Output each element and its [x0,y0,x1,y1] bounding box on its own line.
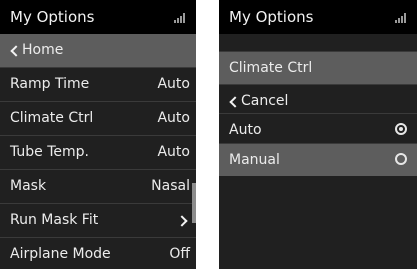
section-header: Climate Ctrl [219,51,417,84]
option-label: Auto [229,122,262,138]
radio-button-icon[interactable] [395,153,407,165]
menu-item-label: Tube Temp. [10,144,90,160]
menu-item-value: Auto [157,76,190,92]
menu-item-run-mask-fit[interactable]: Run Mask Fit [0,203,196,236]
scrollbar[interactable] [192,183,196,223]
menu-item-value: Auto [157,144,190,160]
menu-item-value: Nasal [151,178,190,194]
home-label: Home [22,42,64,58]
home-button[interactable]: Home [0,34,196,67]
menu-item-tube-temp[interactable]: Tube Temp. Auto [0,135,196,168]
menu-item-label: Run Mask Fit [10,212,99,228]
menu-item-airplane-mode[interactable]: Airplane Mode Off [0,237,196,269]
menu-item-label: Climate Ctrl [10,110,94,126]
option-manual[interactable]: Manual [219,143,417,176]
screen-title: My Options [10,8,95,26]
section-header-label: Climate Ctrl [229,60,313,76]
menu-item-mask[interactable]: Mask Nasal [0,169,196,202]
chevron-left-icon [10,45,22,57]
menu-item-label: Airplane Mode [10,246,111,262]
title-bar: My Options [219,0,417,34]
cancel-label: Cancel [241,93,289,109]
option-label: Manual [229,152,280,168]
screen-title: My Options [229,8,314,26]
menu-item-label: Mask [10,178,47,194]
title-bar: My Options [0,0,196,34]
menu-item-ramp-time[interactable]: Ramp Time Auto [0,67,196,100]
climate-ctrl-screen: My Options Climate Ctrl Cancel Auto Manu… [219,0,417,269]
chevron-right-icon [176,215,188,227]
menu-item-value: Off [169,246,190,262]
signal-strength-icon [174,13,186,23]
options-screen: My Options Home Ramp Time Auto Climate C… [0,0,196,269]
radio-button-icon[interactable] [395,123,407,135]
menu-item-value: Auto [157,110,190,126]
option-auto[interactable]: Auto [219,113,417,146]
menu-item-label: Ramp Time [10,76,90,92]
menu-item-climate-ctrl[interactable]: Climate Ctrl Auto [0,101,196,134]
chevron-left-icon [229,96,241,108]
signal-strength-icon [395,13,407,23]
